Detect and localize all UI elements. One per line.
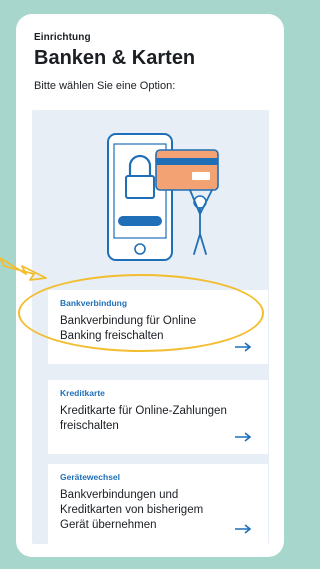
section-overline: Einrichtung [34,32,91,43]
option-label: Gerätewechsel [60,472,121,482]
page-title: Banken & Karten [34,47,196,69]
highlight-ellipse [18,274,264,352]
option-geraetewechsel[interactable]: Gerätewechsel Bankverbindungen und Kredi… [48,464,268,546]
arrow-right-icon [235,432,252,442]
option-label: Kreditkarte [60,388,105,398]
arrow-right-icon [235,524,252,534]
page-subtitle: Bitte wählen Sie eine Option: [34,80,176,92]
option-text: Bankverbindungen und Kreditkarten von bi… [60,489,204,531]
option-kreditkarte[interactable]: Kreditkarte Kreditkarte für Online-Zahlu… [48,380,268,454]
option-text: Kreditkarte für Online-Zahlungen freisch… [60,405,227,432]
arrow-right-icon [235,342,252,352]
phone-lock-card-illustration [107,133,219,261]
pointer-arrow-icon [0,257,47,281]
